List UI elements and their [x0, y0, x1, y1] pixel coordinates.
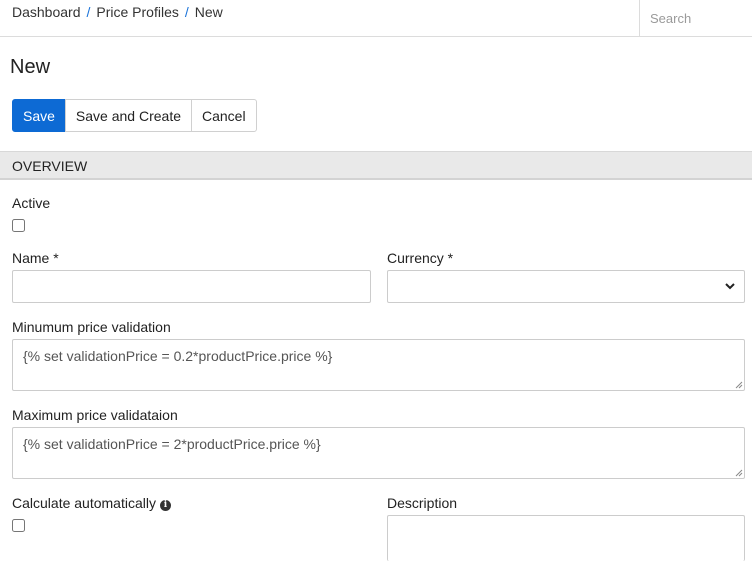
- cancel-button[interactable]: Cancel: [191, 99, 257, 132]
- calculate-automatically-text: Calculate automatically: [12, 495, 156, 511]
- min-price-validation-label: Minumum price validation: [12, 319, 171, 335]
- name-label: Name *: [12, 250, 59, 266]
- active-label: Active: [12, 195, 51, 211]
- currency-label: Currency *: [387, 250, 454, 266]
- save-and-create-button[interactable]: Save and Create: [64, 99, 192, 132]
- section-title: OVERVIEW: [12, 158, 88, 174]
- breadcrumb-separator: /: [86, 4, 91, 20]
- chevron-down-icon: [725, 283, 735, 290]
- search-box: [639, 0, 752, 36]
- breadcrumb-separator: /: [184, 4, 189, 20]
- active-checkbox[interactable]: [12, 219, 25, 232]
- max-price-validation-value: {% set validationPrice = 2*productPrice.…: [23, 436, 321, 452]
- resize-handle-icon[interactable]: [734, 468, 743, 477]
- min-price-validation-value: {% set validationPrice = 0.2*productPric…: [23, 348, 333, 364]
- calculate-automatically-checkbox[interactable]: [12, 519, 25, 532]
- currency-select[interactable]: [387, 270, 745, 303]
- calculate-automatically-label: Calculate automatically i: [12, 495, 171, 511]
- action-button-group: Save Save and Create Cancel: [12, 99, 257, 133]
- resize-handle-icon[interactable]: [734, 380, 743, 389]
- name-input[interactable]: [12, 270, 371, 303]
- max-price-validation-textarea[interactable]: {% set validationPrice = 2*productPrice.…: [12, 427, 745, 479]
- description-label: Description: [387, 495, 458, 511]
- top-bar: Dashboard / Price Profiles / New: [0, 0, 752, 37]
- page-title: New: [10, 56, 51, 78]
- breadcrumb-price-profiles[interactable]: Price Profiles: [96, 4, 178, 20]
- search-input[interactable]: [640, 0, 752, 36]
- description-textarea[interactable]: [387, 515, 745, 561]
- breadcrumb: Dashboard / Price Profiles / New: [12, 4, 223, 20]
- min-price-validation-textarea[interactable]: {% set validationPrice = 0.2*productPric…: [12, 339, 745, 391]
- max-price-validation-label: Maximum price validataion: [12, 407, 178, 423]
- breadcrumb-current: New: [194, 4, 223, 20]
- section-header-overview[interactable]: OVERVIEW: [0, 151, 752, 180]
- info-icon[interactable]: i: [159, 500, 171, 511]
- breadcrumb-dashboard[interactable]: Dashboard: [12, 4, 81, 20]
- save-button[interactable]: Save: [12, 99, 66, 132]
